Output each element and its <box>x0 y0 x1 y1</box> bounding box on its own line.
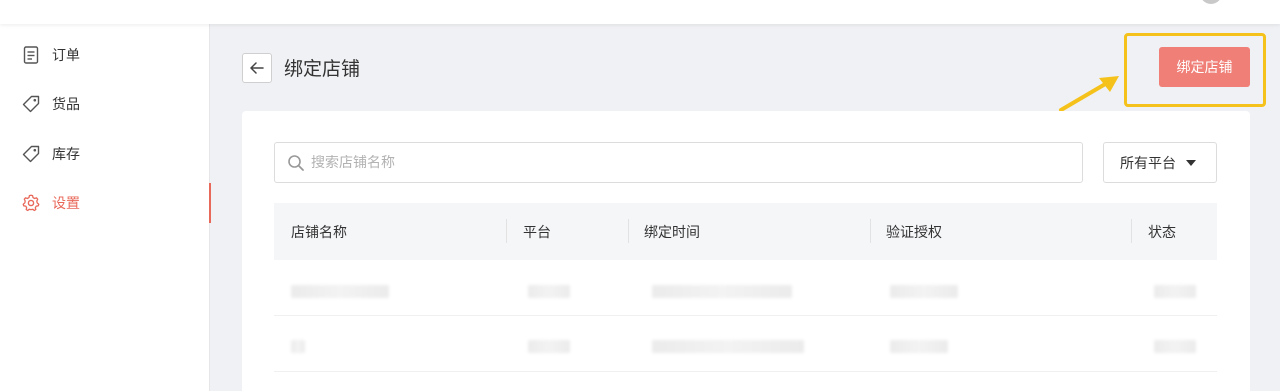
sidebar-item-goods[interactable]: 货品 <box>0 84 210 124</box>
sidebar-item-label: 库存 <box>52 147 80 163</box>
column-divider <box>1131 219 1132 243</box>
avatar[interactable] <box>1200 0 1222 4</box>
search-box[interactable] <box>274 142 1083 183</box>
column-header-store-name[interactable]: 店铺名称 <box>291 203 347 260</box>
sidebar-item-label: 货品 <box>52 97 80 113</box>
redacted-cell <box>291 340 305 353</box>
sidebar-item-label: 设置 <box>52 196 80 212</box>
sidebar-item-settings[interactable]: 设置 <box>0 183 211 223</box>
column-divider <box>506 219 507 243</box>
tag-icon <box>22 95 40 113</box>
document-icon <box>22 46 40 64</box>
sidebar-item-label: 订单 <box>52 48 80 64</box>
store-list-card: 所有平台 店铺名称 平台 绑定时间 验证授权 状态 <box>242 111 1250 391</box>
column-divider <box>870 219 871 243</box>
redacted-cell <box>528 340 570 353</box>
table-row[interactable] <box>274 316 1217 372</box>
sidebar-item-inventory[interactable]: 库存 <box>0 134 210 174</box>
tag-icon <box>22 145 40 163</box>
column-header-status[interactable]: 状态 <box>1148 203 1176 260</box>
redacted-cell <box>1154 285 1196 298</box>
redacted-cell <box>652 285 792 298</box>
caret-down-icon <box>1186 159 1196 166</box>
redacted-cell <box>1154 340 1196 353</box>
redacted-cell <box>890 285 958 298</box>
sidebar: 订单 货品 库存 设置 <box>0 24 211 391</box>
redacted-cell <box>291 285 389 298</box>
bind-store-button[interactable]: 绑定店铺 <box>1159 47 1250 87</box>
column-header-auth[interactable]: 验证授权 <box>886 203 942 260</box>
gear-icon <box>22 194 40 212</box>
search-icon <box>288 154 304 171</box>
redacted-cell <box>652 340 804 353</box>
column-divider <box>628 219 629 243</box>
top-bar <box>0 0 1280 24</box>
redacted-cell <box>528 285 570 298</box>
table-header: 店铺名称 平台 绑定时间 验证授权 状态 <box>274 203 1217 260</box>
platform-select[interactable]: 所有平台 <box>1103 142 1217 183</box>
redacted-cell <box>890 340 948 353</box>
column-header-platform[interactable]: 平台 <box>523 203 551 260</box>
pointer-arrow-icon <box>1059 76 1119 112</box>
table-row[interactable] <box>274 260 1217 316</box>
back-button[interactable] <box>242 53 272 83</box>
arrow-left-icon <box>250 62 264 74</box>
page-title: 绑定店铺 <box>284 58 361 80</box>
platform-select-value: 所有平台 <box>1120 155 1176 172</box>
column-header-bind-time[interactable]: 绑定时间 <box>644 203 700 260</box>
sidebar-item-orders[interactable]: 订单 <box>0 35 210 75</box>
search-input[interactable] <box>311 154 1051 171</box>
